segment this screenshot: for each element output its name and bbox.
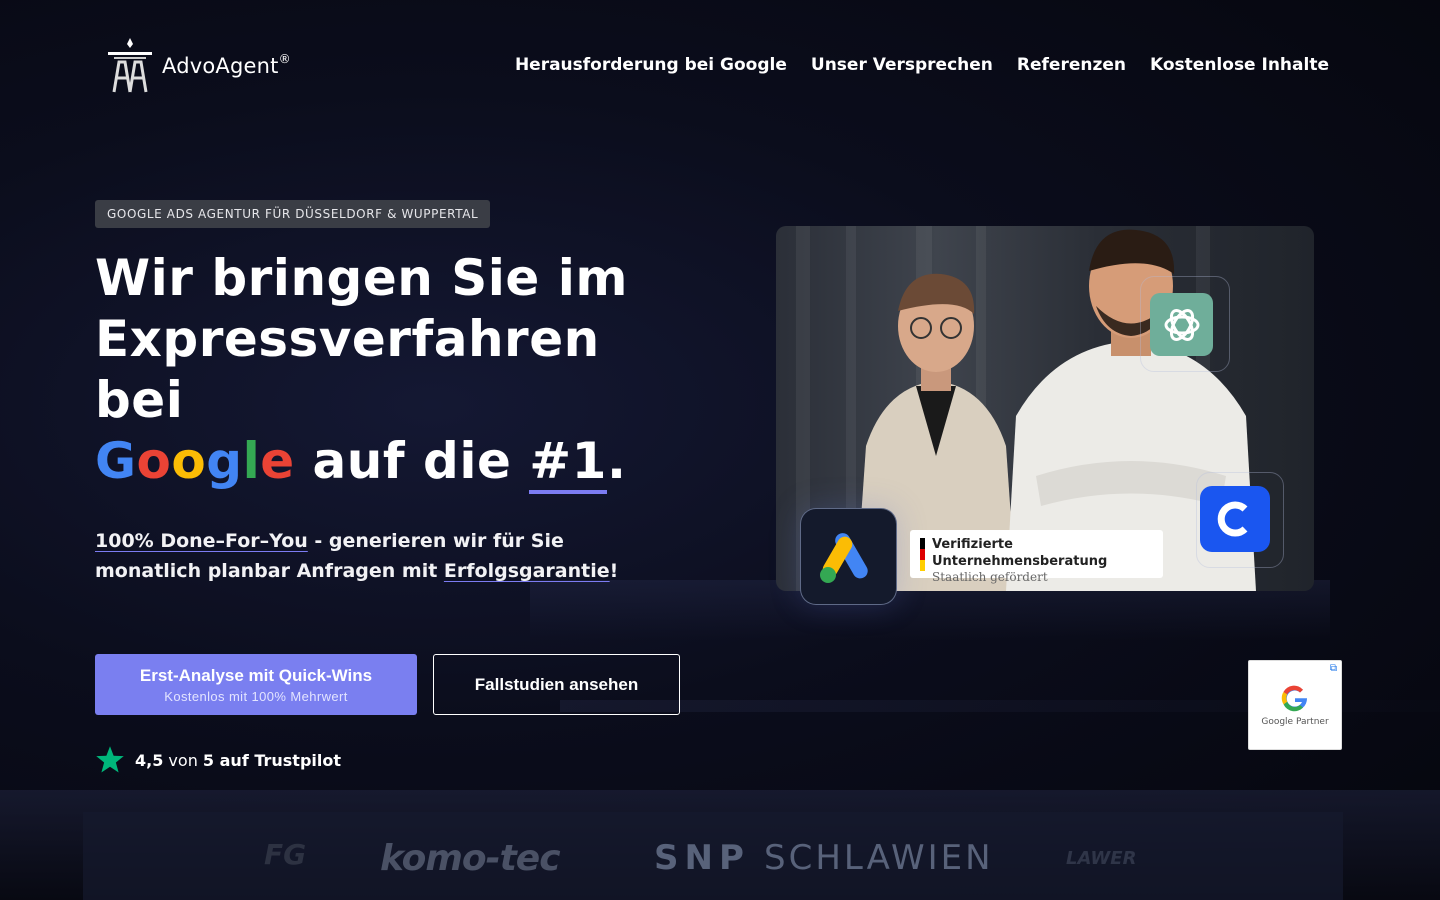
nav-item-kostenlose-inhalte[interactable]: Kostenlose Inhalte bbox=[1150, 55, 1329, 75]
rank-number: #1 bbox=[529, 432, 607, 494]
nav-item-referenzen[interactable]: Referenzen bbox=[1017, 55, 1126, 75]
headline-line-4: Google auf die #1. bbox=[95, 431, 655, 494]
client-logo-komo-tec: komo-tec bbox=[380, 838, 561, 879]
rating-text: 4,5 von 5 auf Trustpilot bbox=[135, 750, 342, 770]
headline-line-1: Wir bringen Sie im bbox=[95, 249, 628, 307]
main-nav: Herausforderung bei Google Unser Verspre… bbox=[515, 55, 1329, 75]
openai-logo-icon bbox=[1164, 308, 1199, 341]
erst-analyse-subtitle: Kostenlos mit 100% Mehrwert bbox=[164, 688, 348, 704]
chatgpt-icon bbox=[1150, 293, 1213, 356]
erst-analyse-button[interactable]: Erst-Analyse mit Quick-Wins Kostenlos mi… bbox=[95, 654, 417, 715]
google-partner-badge[interactable]: ⧉ Google Partner bbox=[1248, 660, 1342, 750]
fallstudien-button[interactable]: Fallstudien ansehen bbox=[433, 654, 680, 715]
nav-item-herausforderung[interactable]: Herausforderung bei Google bbox=[515, 55, 787, 75]
google-partner-label: Google Partner bbox=[1261, 717, 1329, 727]
headline-line-3: bei bbox=[95, 371, 184, 429]
google-ads-icon bbox=[819, 532, 868, 583]
brand-name: AdvoAgent® bbox=[162, 52, 291, 78]
client-logo-lawer: LAWER bbox=[1066, 848, 1137, 869]
erst-analyse-title: Erst-Analyse mit Quick-Wins bbox=[139, 665, 373, 685]
client-logo-fg: FG bbox=[264, 838, 307, 871]
verified-title: Verifizierte Unternehmensberatung bbox=[932, 537, 1108, 569]
external-link-icon: ⧉ bbox=[1329, 663, 1337, 674]
client-logo-schlawien: SCHLAWIEN bbox=[764, 838, 994, 878]
brand-logo[interactable]: AdvoAgent® bbox=[106, 38, 291, 94]
verified-subtitle: Staatlich gefördert bbox=[932, 570, 1048, 584]
google-wordmark: Google bbox=[95, 432, 295, 490]
blue-app-icon bbox=[1200, 486, 1270, 552]
trustpilot-star-icon bbox=[96, 746, 124, 773]
verified-consulting-badge: Verifizierte Unternehmensberatung Staatl… bbox=[910, 530, 1163, 584]
agency-badge: GOOGLE ADS AGENTUR FÜR DÜSSELDORF & WUPP… bbox=[95, 200, 491, 228]
trustpilot-rating[interactable]: 4,5 von 5 auf Trustpilot bbox=[95, 745, 341, 775]
advoagent-emblem-icon bbox=[108, 38, 152, 93]
hero-headline: Wir bringen Sie im Expressverfahren bei … bbox=[95, 248, 655, 494]
nav-item-versprechen[interactable]: Unser Versprechen bbox=[811, 55, 993, 75]
hero-subheadline: 100% Done–For–You - generieren wir für S… bbox=[95, 530, 619, 582]
google-g-icon bbox=[1281, 685, 1308, 712]
erfolgsgarantie-link[interactable]: Erfolgsgarantie bbox=[444, 560, 610, 582]
headline-line-2: Expressverfahren bbox=[95, 310, 600, 368]
client-logo-snp: SNP bbox=[654, 838, 750, 878]
c-logo-icon bbox=[1217, 501, 1248, 537]
german-flag-icon bbox=[920, 538, 925, 571]
google-ads-tile bbox=[800, 508, 897, 605]
done-for-you-link[interactable]: 100% Done–For–You bbox=[95, 530, 308, 552]
